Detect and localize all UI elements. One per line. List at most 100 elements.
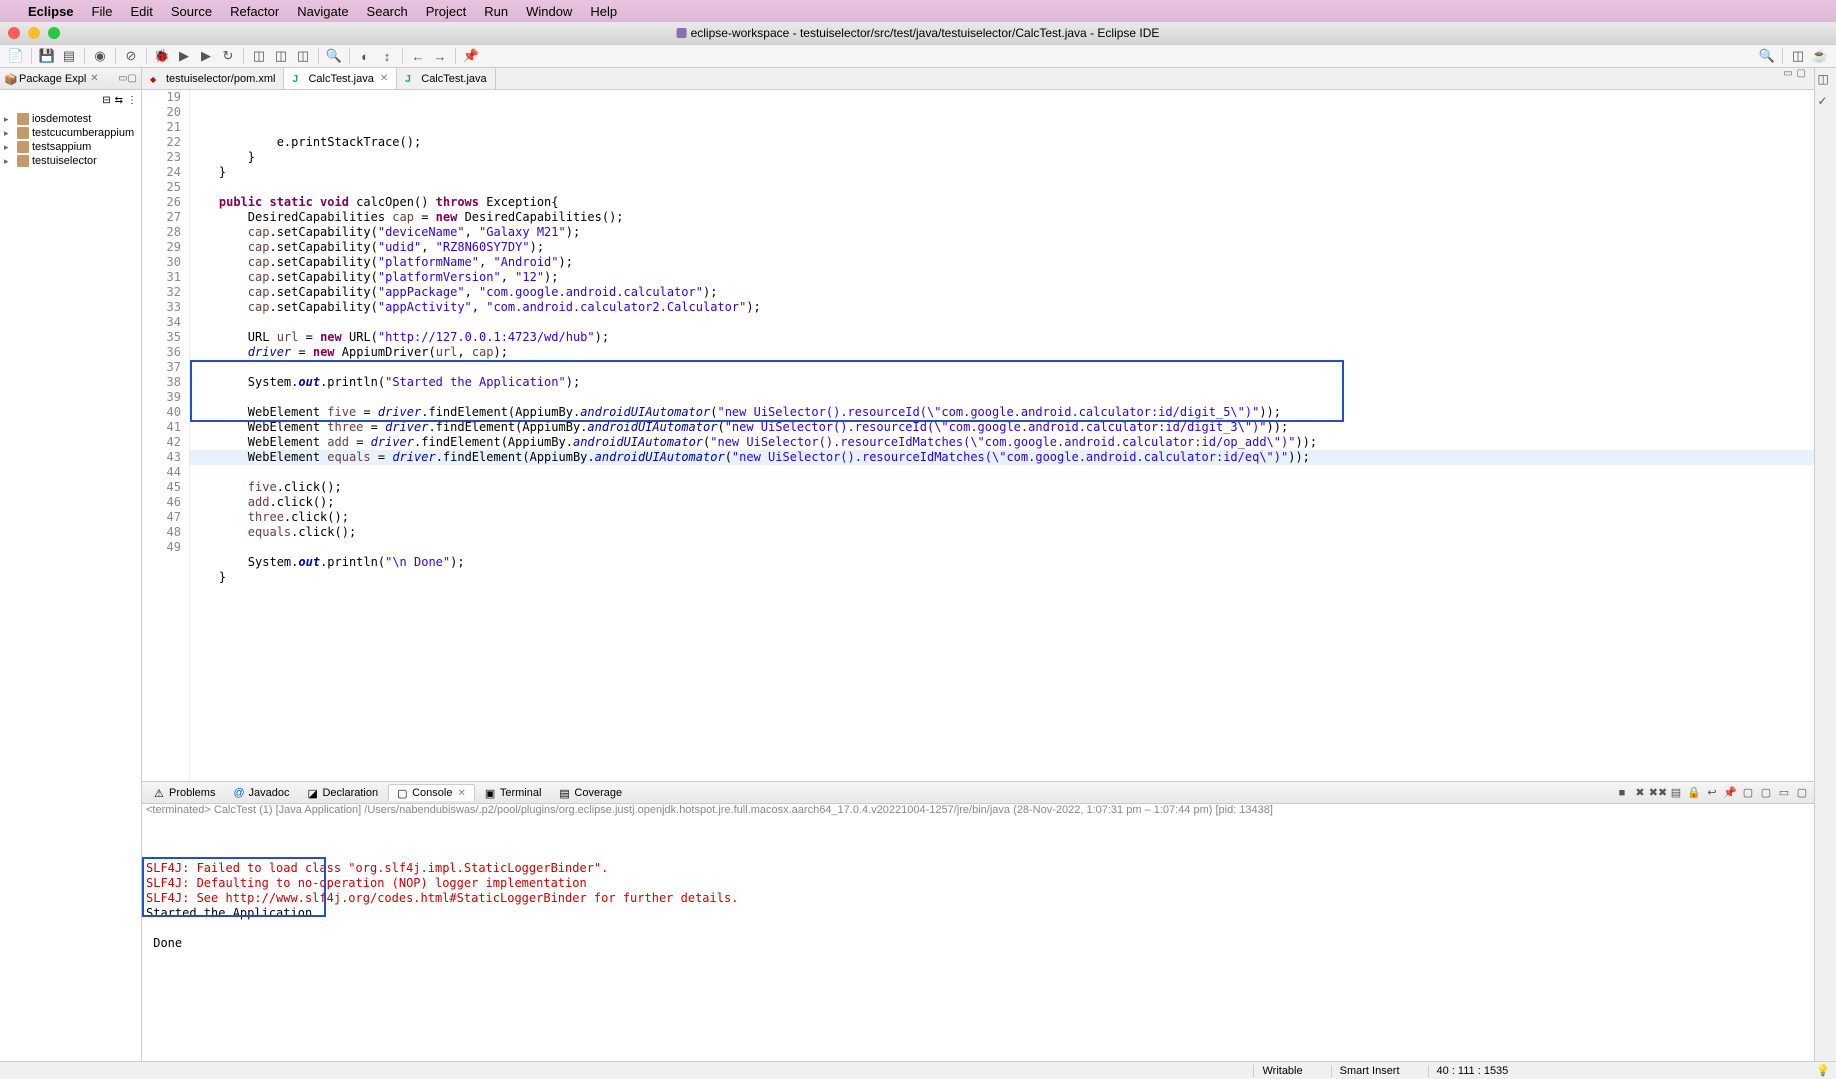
tree-item: ▸ iosdemotest [0,112,141,126]
tree-item: ▸ testcucumberappium [0,126,141,140]
terminate-button[interactable]: ■ [1614,785,1630,801]
close-view-button[interactable]: ✕ [90,73,98,84]
pin-console-button[interactable]: 📌 [1722,785,1738,801]
editor-tab-pom[interactable]: testuiselector/pom.xml [142,68,284,89]
close-console-button[interactable]: ✕ [457,788,465,799]
tab-terminal[interactable]: ▣ Terminal [477,785,550,801]
menu-file[interactable]: File [92,4,113,19]
console-launch-info: <terminated> CalcTest (1) [Java Applicat… [142,804,1814,816]
quick-access-button[interactable]: 🔍 [1757,47,1777,65]
bottom-panel: ⚠ Problems @ Javadoc ◪ Declaration ▢ Con… [142,781,1814,1061]
search-button[interactable]: 🔍 [324,47,344,65]
project-icon [17,155,29,167]
run-last-button[interactable]: ↻ [218,47,238,65]
open-console-button[interactable]: ▢ [1758,785,1774,801]
minimize-panel-button[interactable]: ▭ [1776,785,1792,801]
minimize-editor-button[interactable]: ▭ [1783,68,1792,89]
display-console-button[interactable]: ▢ [1740,785,1756,801]
new-class-button[interactable]: ◫ [293,47,313,65]
outline-view-icon[interactable]: ◫ [1818,72,1834,88]
line-gutter[interactable]: 1920212223242526272829303132333435363738… [142,90,190,781]
project-icon [17,127,29,139]
maximize-editor-button[interactable]: ▢ [1797,68,1806,89]
tab-problems[interactable]: ⚠ Problems [146,785,223,801]
open-perspective-button[interactable]: ◫ [1788,47,1808,65]
tab-declaration[interactable]: ◪ Declaration [299,785,386,801]
menu-navigate[interactable]: Navigate [297,4,348,19]
expand-icon[interactable]: ▸ [4,156,14,167]
declaration-icon: ◪ [307,787,319,799]
save-button[interactable]: 💾 [37,47,57,65]
view-menu-button[interactable]: ⋮ [127,95,137,106]
menu-run[interactable]: Run [484,4,508,19]
toggle-mark-button[interactable]: ◐ [355,47,375,65]
close-tab-button[interactable]: ✕ [380,73,388,84]
project-icon [17,113,29,125]
collapse-all-button[interactable]: ⊟ [102,95,110,106]
project-tree[interactable]: ▸ iosdemotest ▸ testcucumberappium ▸ tes… [0,110,141,170]
new-package-button[interactable]: ◫ [271,47,291,65]
tab-coverage[interactable]: ▤ Coverage [551,785,630,801]
status-cursor-pos: 40 : 111 : 1535 [1428,1065,1517,1077]
maximize-window-button[interactable] [48,27,60,39]
tip-icon[interactable]: 💡 [1816,1064,1830,1077]
minimize-view-button[interactable]: ▭ [118,73,127,84]
menu-edit[interactable]: Edit [130,4,152,19]
new-button[interactable]: 📄 [6,47,26,65]
pin-button[interactable]: 📌 [461,47,481,65]
code-editor[interactable]: 1920212223242526272829303132333435363738… [142,90,1814,781]
coverage-button[interactable]: ▶ [196,47,216,65]
menu-help[interactable]: Help [590,4,617,19]
link-editor-button[interactable]: ⇆ [115,95,123,106]
menu-project[interactable]: Project [426,4,466,19]
main-toolbar: 📄 💾 ▤ ◉ ⊘ 🐞 ▶ ▶ ↻ ◫ ◫ ◫ 🔍 ◐ ↕ ← → 📌 🔍 ◫ … [0,44,1836,68]
tab-console[interactable]: ▢ Console ✕ [388,784,475,801]
package-explorer-view: 📦 Package Expl ✕ ▭ ▢ ⊟ ⇆ ⋮ ▸ iosdemotest… [0,68,142,1061]
sidebar-title: Package Expl [19,73,86,85]
status-insert-mode: Smart Insert [1331,1065,1408,1077]
java-icon [292,73,304,85]
task-list-icon[interactable]: ✓ [1818,94,1834,110]
maximize-panel-button[interactable]: ▢ [1794,785,1810,801]
expand-icon[interactable]: ▸ [4,128,14,139]
save-all-button[interactable]: ▤ [59,47,79,65]
menu-refactor[interactable]: Refactor [230,4,279,19]
tree-item: ▸ testsappium [0,140,141,154]
maximize-view-button[interactable]: ▢ [128,73,137,84]
editor-tabs: testuiselector/pom.xml CalcTest.java ✕ C… [142,68,1814,90]
coverage-icon: ▤ [559,787,571,799]
java-icon [405,73,417,85]
scroll-lock-button[interactable]: 🔒 [1686,785,1702,801]
annotation-button[interactable]: ↕ [377,47,397,65]
back-button[interactable]: ← [408,47,428,65]
debug-button[interactable]: 🐞 [152,47,172,65]
new-java-button[interactable]: ◫ [249,47,269,65]
run-button[interactable]: ▶ [174,47,194,65]
java-perspective-button[interactable]: ☕ [1810,47,1830,65]
tab-javadoc[interactable]: @ Javadoc [225,785,297,801]
forward-button[interactable]: → [430,47,450,65]
minimize-window-button[interactable] [28,27,40,39]
clear-console-button[interactable]: ▤ [1668,785,1684,801]
menu-app[interactable]: Eclipse [28,4,74,19]
window-title-text: eclipse-workspace - testuiselector/src/t… [691,26,1160,40]
package-explorer-icon: 📦 [4,73,16,85]
console-output[interactable]: SLF4J: Failed to load class "org.slf4j.i… [142,816,1814,1061]
skip-breakpoints-button[interactable]: ⊘ [121,47,141,65]
status-bar: Writable Smart Insert 40 : 111 : 1535 💡 [0,1061,1836,1079]
menu-source[interactable]: Source [171,4,212,19]
word-wrap-button[interactable]: ↩ [1704,785,1720,801]
expand-icon[interactable]: ▸ [4,142,14,153]
remove-launch-button[interactable]: ✖ [1632,785,1648,801]
tree-item: ▸ testuiselector [0,154,141,168]
code-content[interactable]: e.printStackTrace(); } } public static v… [190,90,1814,781]
menu-window[interactable]: Window [526,4,572,19]
javadoc-icon: @ [233,787,245,799]
editor-tab-calctest-active[interactable]: CalcTest.java ✕ [284,68,397,89]
menu-search[interactable]: Search [367,4,408,19]
expand-icon[interactable]: ▸ [4,114,14,125]
remove-all-button[interactable]: ✖✖ [1650,785,1666,801]
close-window-button[interactable] [8,27,20,39]
editor-tab-calctest[interactable]: CalcTest.java [397,68,495,89]
open-type-button[interactable]: ◉ [90,47,110,65]
